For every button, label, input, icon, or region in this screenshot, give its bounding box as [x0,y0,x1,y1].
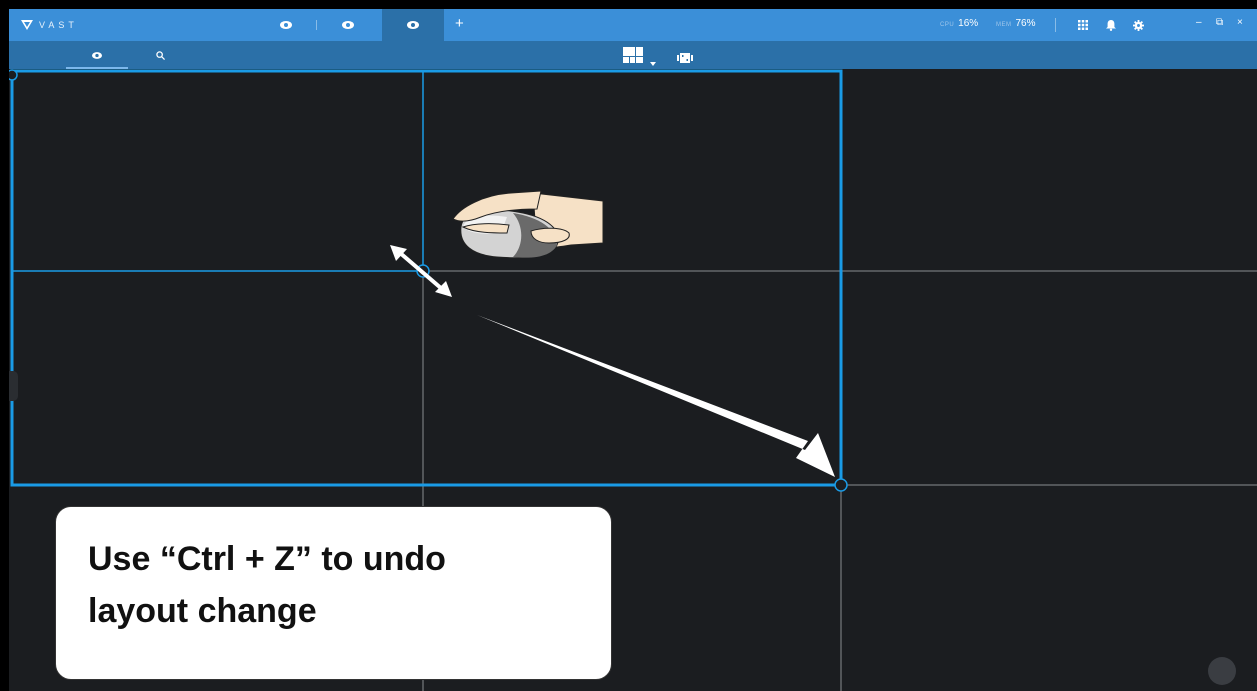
instruction-line-2: layout change [88,592,317,630]
minimize-button[interactable]: – [1196,17,1202,28]
resize-handle-top-left[interactable] [9,69,18,81]
eye-icon [92,51,102,59]
view-toolbar [9,41,1257,69]
settings-button[interactable] [1130,17,1146,33]
eye-icon [407,21,419,29]
cpu-usage: CPU 16% [940,18,978,29]
restore-button[interactable]: ⧉ [1216,17,1223,28]
layout-selector-button[interactable] [623,47,643,63]
drag-direction-arrow-icon [477,315,835,477]
mouse-hand-icon [452,190,604,259]
scroll-to-top-button[interactable] [1208,657,1236,685]
subtab-search[interactable] [129,41,191,69]
close-button[interactable]: × [1237,17,1243,28]
logo-text: VAST [39,20,78,30]
search-icon [155,50,165,60]
grid-menu-icon [1078,20,1088,30]
eye-icon [280,21,292,29]
cpu-value: 16% [958,18,979,29]
layout-grid-icon [623,47,643,63]
resize-handle-bottom-right[interactable] [834,478,848,492]
gear-icon [1132,19,1144,31]
live-view-tab-1[interactable] [261,9,311,41]
notifications-button[interactable] [1103,17,1119,33]
mem-value: 76% [1015,18,1036,29]
eye-icon [342,21,354,29]
vast-logo: VAST [21,17,78,33]
filmstrip-icon [677,53,693,63]
side-panel-toggle[interactable] [9,371,18,401]
instruction-callout: Use “Ctrl + Z” to undo layout change [55,506,612,680]
chevron-down-icon [650,62,656,66]
mem-label: MEM [996,22,1012,28]
tab-divider [316,20,317,30]
add-tab-button[interactable]: + [455,15,464,32]
vast-logo-icon [21,20,33,30]
grid-menu-button[interactable] [1075,17,1091,33]
bell-icon [1106,19,1116,31]
live-view-tab-2[interactable] [323,9,373,41]
status-divider [1055,18,1056,32]
title-bar: VAST + CPU 16% MEM 76% – ⧉ × [9,9,1257,41]
live-view-tab-3[interactable] [382,9,444,41]
layout-dropdown-button[interactable] [650,53,658,66]
cpu-label: CPU [940,22,955,28]
subtab-live-view[interactable] [66,41,128,69]
mem-usage: MEM 76% [996,18,1036,29]
filmstrip-button[interactable] [677,50,693,63]
instruction-line-1: Use “Ctrl + Z” to undo [88,540,446,578]
